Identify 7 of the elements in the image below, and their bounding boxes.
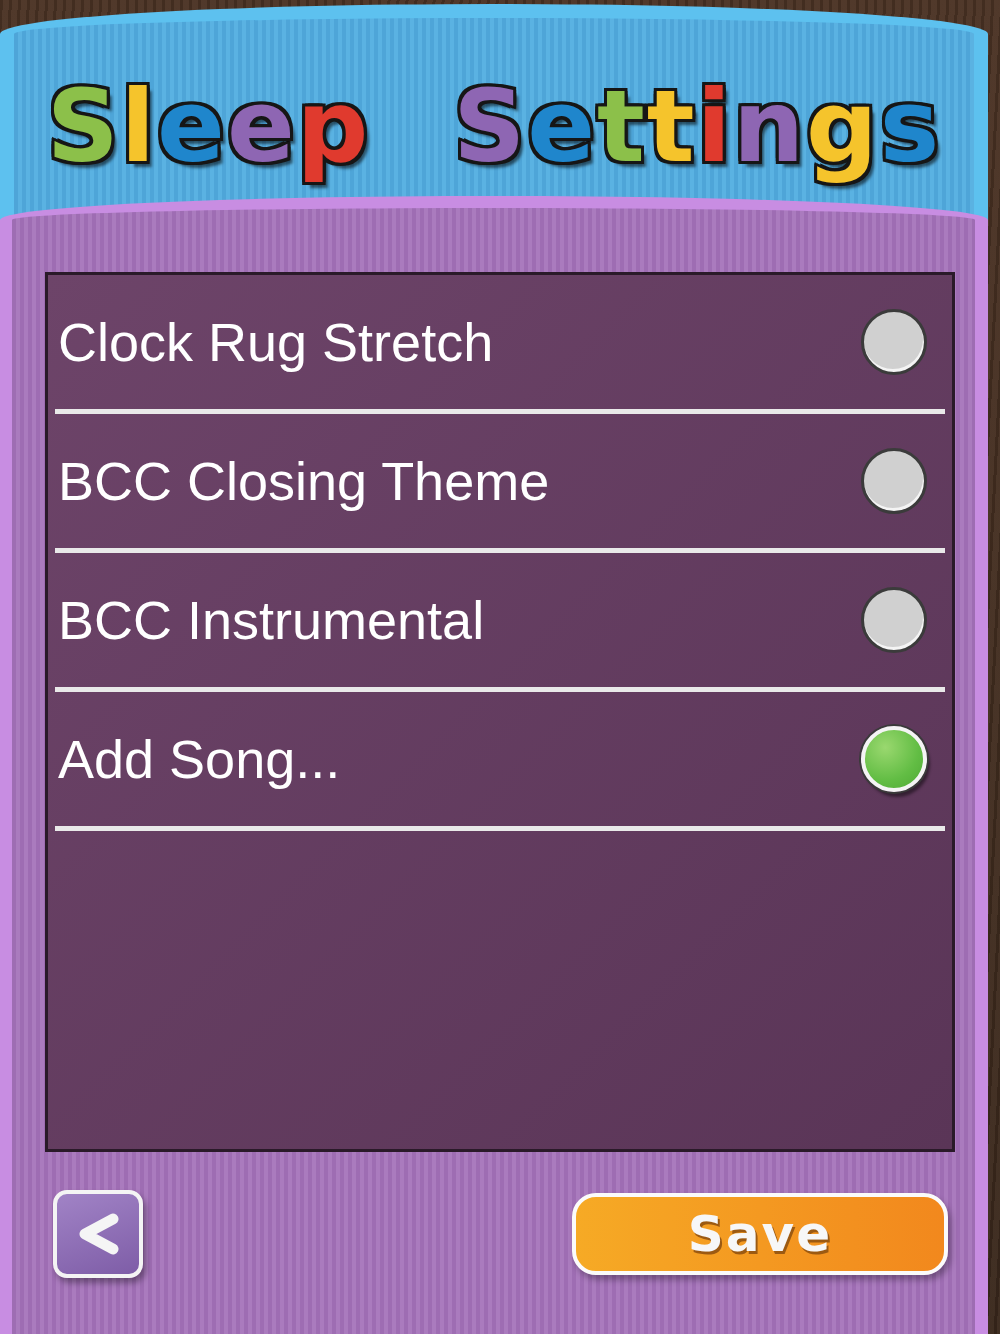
song-label: BCC Closing Theme — [57, 450, 550, 512]
back-button[interactable] — [53, 1190, 143, 1278]
song-label: Add Song... — [57, 728, 341, 790]
screen-title: Sleep Settings — [46, 72, 942, 182]
song-label: BCC Instrumental — [57, 589, 485, 651]
song-label: Clock Rug Stretch — [57, 311, 494, 373]
save-button[interactable]: Save — [572, 1193, 948, 1275]
